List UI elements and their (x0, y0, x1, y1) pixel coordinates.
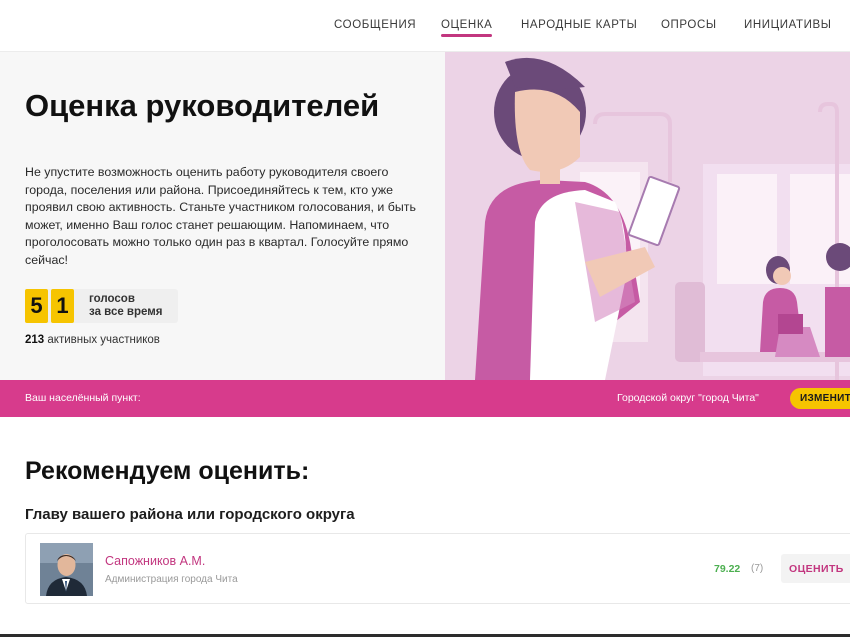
official-name-link[interactable]: Сапожников А.М. (105, 554, 205, 568)
hero-section: Оценка руководителей Не упустите возможн… (0, 52, 850, 380)
votes-counter-label: голосов за все время (77, 293, 178, 319)
nav-item-people-maps[interactable]: НАРОДНЫЕ КАРТЫ (521, 19, 637, 31)
location-value: Городской округ "город Чита" (617, 392, 759, 404)
official-organization: Администрация города Чита (105, 574, 238, 585)
rating-votes-count: (7) (751, 563, 764, 574)
nav-item-messages[interactable]: СООБЩЕНИЯ (334, 19, 416, 31)
active-nav-indicator (441, 34, 493, 37)
location-bar: Ваш населённый пункт: Городской округ "г… (0, 380, 850, 417)
hero-illustration (445, 52, 850, 380)
location-label: Ваш населённый пункт: (25, 392, 141, 404)
page-title: Оценка руководителей (25, 88, 380, 123)
nav-item-rating[interactable]: ОЦЕНКА (441, 19, 493, 37)
votes-label-line2: за все время (89, 306, 163, 318)
votes-counter: 5 1 голосов за все время (25, 289, 179, 323)
nav-item-rating-label: ОЦЕНКА (441, 19, 493, 31)
avatar (40, 543, 93, 596)
recommend-title: Рекомендуем оценить: (25, 457, 310, 485)
participants-info: 213 активных участников (25, 334, 160, 346)
rating-score: 79.22 (714, 563, 741, 575)
official-card: Сапожников А.М. Администрация города Чит… (25, 533, 850, 604)
top-navigation: СООБЩЕНИЯ ОЦЕНКА НАРОДНЫЕ КАРТЫ ОПРОСЫ И… (0, 0, 850, 52)
change-location-button[interactable]: ИЗМЕНИТЬ (790, 388, 850, 409)
votes-label-line1: голосов (89, 293, 135, 305)
hero-description: Не упустите возможность оценить работу р… (25, 165, 416, 267)
nav-item-initiatives[interactable]: ИНИЦИАТИВЫ (744, 19, 832, 31)
votes-digit: 1 (51, 289, 74, 323)
person-photo (40, 543, 93, 596)
nav-item-polls[interactable]: ОПРОСЫ (661, 19, 717, 31)
participants-count: 213 (25, 334, 45, 346)
recommend-subtitle: Главу вашего района или городского округ… (25, 506, 355, 523)
votes-digit: 5 (25, 289, 48, 323)
rate-button[interactable]: ОЦЕНИТЬ (781, 554, 850, 583)
participants-label: активных участников (47, 334, 160, 346)
